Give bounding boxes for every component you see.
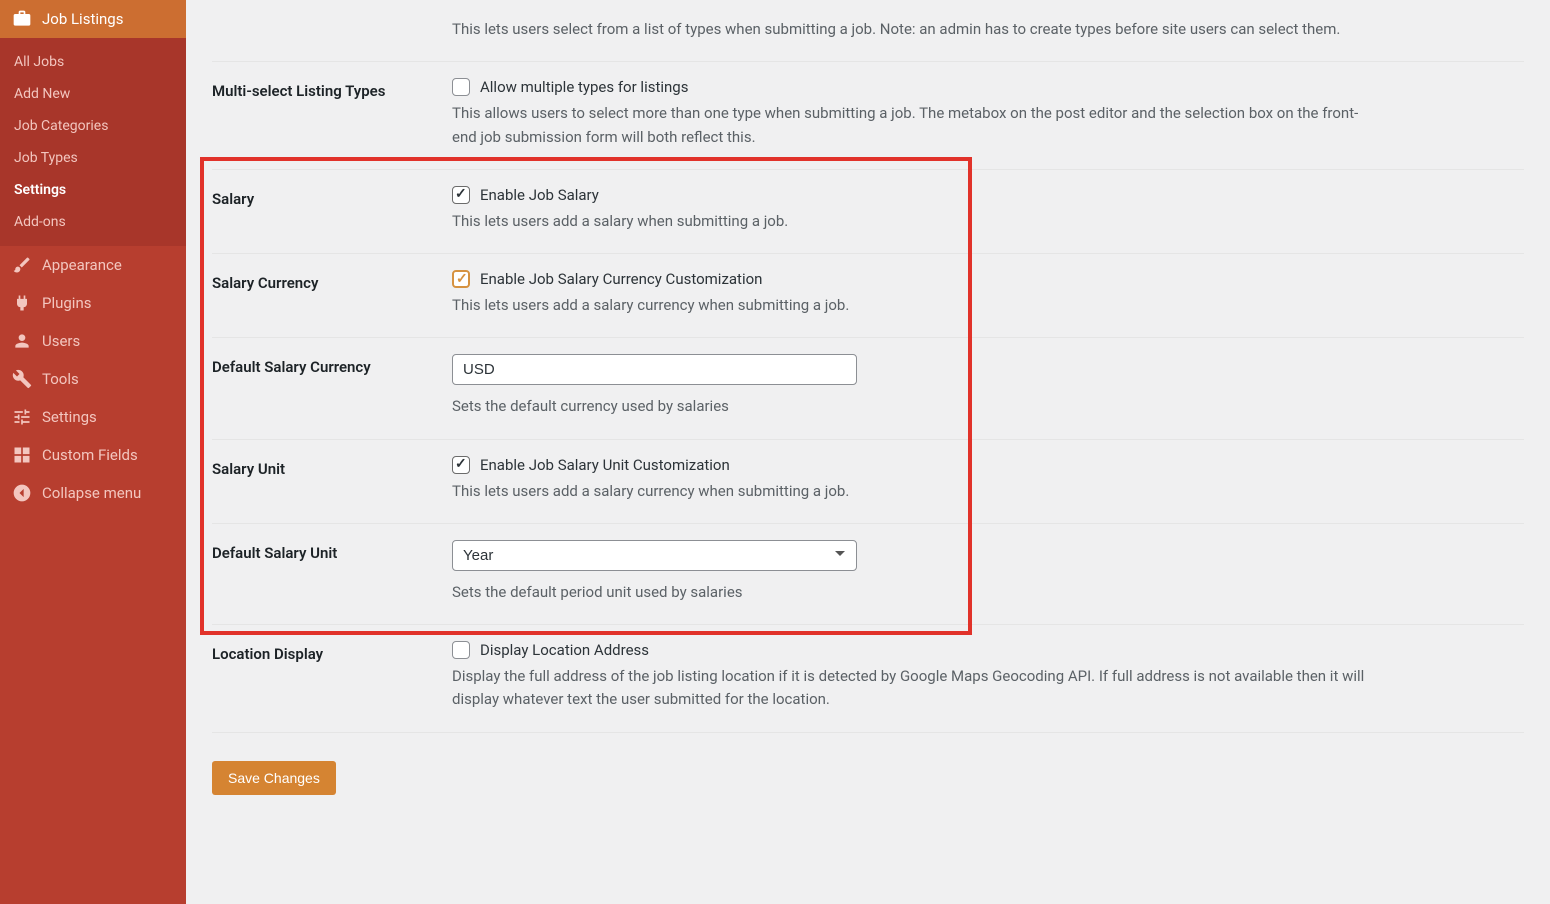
label-salary-unit: Salary Unit: [212, 439, 452, 523]
desc-default-unit: Sets the default period unit used by sal…: [452, 581, 1382, 604]
row-listing-types-desc: This lets users select from a list of ty…: [212, 0, 1524, 62]
sidebar-item-plugins[interactable]: Plugins: [0, 284, 186, 322]
checkbox-label-multi-select: Allow multiple types for listings: [480, 78, 688, 96]
row-salary: Salary Enable Job Salary This lets users…: [212, 169, 1524, 253]
plug-icon: [12, 293, 32, 313]
label-default-currency: Default Salary Currency: [212, 338, 452, 439]
checkbox-label-location-display: Display Location Address: [480, 641, 649, 659]
sliders-icon: [12, 407, 32, 427]
desc-salary-unit: This lets users add a salary currency wh…: [452, 480, 1382, 503]
submenu-addons[interactable]: Add-ons: [0, 206, 186, 238]
checkbox-salary-currency[interactable]: [452, 270, 470, 288]
row-default-unit: Default Salary Unit Year Sets the defaul…: [212, 523, 1524, 624]
listing-types-desc: This lets users select from a list of ty…: [452, 18, 1382, 41]
sidebar-item-users[interactable]: Users: [0, 322, 186, 360]
label-salary-currency: Salary Currency: [212, 254, 452, 338]
desc-salary: This lets users add a salary when submit…: [452, 210, 1382, 233]
submenu-add-new[interactable]: Add New: [0, 78, 186, 110]
checkbox-multi-select[interactable]: [452, 78, 470, 96]
input-default-currency[interactable]: [452, 354, 857, 385]
admin-sidebar: Job Listings All Jobs Add New Job Catego…: [0, 0, 186, 904]
sidebar-item-label: Appearance: [42, 256, 122, 274]
label-default-unit: Default Salary Unit: [212, 523, 452, 624]
checkbox-label-salary: Enable Job Salary: [480, 186, 599, 204]
settings-table: This lets users select from a list of ty…: [212, 0, 1524, 733]
label-salary: Salary: [212, 169, 452, 253]
checkbox-location-display[interactable]: [452, 641, 470, 659]
grid-icon: [12, 445, 32, 465]
sidebar-item-label: Collapse menu: [42, 484, 141, 502]
row-location-display: Location Display Display Location Addres…: [212, 625, 1524, 733]
submenu-job-listings: All Jobs Add New Job Categories Job Type…: [0, 38, 186, 246]
sidebar-item-tools[interactable]: Tools: [0, 360, 186, 398]
settings-content: This lets users select from a list of ty…: [186, 0, 1550, 904]
label-location-display: Location Display: [212, 625, 452, 733]
row-default-currency: Default Salary Currency Sets the default…: [212, 338, 1524, 439]
user-icon: [12, 331, 32, 351]
sidebar-item-label: Plugins: [42, 294, 91, 312]
row-salary-currency: Salary Currency Enable Job Salary Curren…: [212, 254, 1524, 338]
select-default-unit[interactable]: Year: [452, 540, 857, 571]
checkbox-salary[interactable]: [452, 186, 470, 204]
save-changes-button[interactable]: Save Changes: [212, 761, 336, 795]
checkbox-label-salary-currency: Enable Job Salary Currency Customization: [480, 270, 762, 288]
sidebar-item-appearance[interactable]: Appearance: [0, 246, 186, 284]
sidebar-item-label: Tools: [42, 370, 79, 388]
desc-multi-select: This allows users to select more than on…: [452, 102, 1382, 149]
desc-default-currency: Sets the default currency used by salari…: [452, 395, 1382, 418]
sidebar-item-label: Job Listings: [42, 10, 123, 28]
sidebar-item-label: Custom Fields: [42, 446, 138, 464]
briefcase-icon: [12, 9, 32, 29]
submenu-all-jobs[interactable]: All Jobs: [0, 46, 186, 78]
submenu-settings[interactable]: Settings: [0, 174, 186, 206]
sidebar-item-settings[interactable]: Settings: [0, 398, 186, 436]
collapse-icon: [12, 483, 32, 503]
wrench-icon: [12, 369, 32, 389]
paintbrush-icon: [12, 255, 32, 275]
sidebar-item-collapse[interactable]: Collapse menu: [0, 474, 186, 512]
sidebar-item-job-listings[interactable]: Job Listings: [0, 0, 186, 38]
checkbox-salary-unit[interactable]: [452, 456, 470, 474]
submenu-job-types[interactable]: Job Types: [0, 142, 186, 174]
sidebar-item-custom-fields[interactable]: Custom Fields: [0, 436, 186, 474]
row-salary-unit: Salary Unit Enable Job Salary Unit Custo…: [212, 439, 1524, 523]
row-multi-select: Multi-select Listing Types Allow multipl…: [212, 62, 1524, 170]
sidebar-item-label: Users: [42, 332, 80, 350]
submenu-job-categories[interactable]: Job Categories: [0, 110, 186, 142]
desc-salary-currency: This lets users add a salary currency wh…: [452, 294, 1382, 317]
desc-location-display: Display the full address of the job list…: [452, 665, 1382, 712]
checkbox-label-salary-unit: Enable Job Salary Unit Customization: [480, 456, 730, 474]
sidebar-item-label: Settings: [42, 408, 97, 426]
label-multi-select: Multi-select Listing Types: [212, 62, 452, 170]
